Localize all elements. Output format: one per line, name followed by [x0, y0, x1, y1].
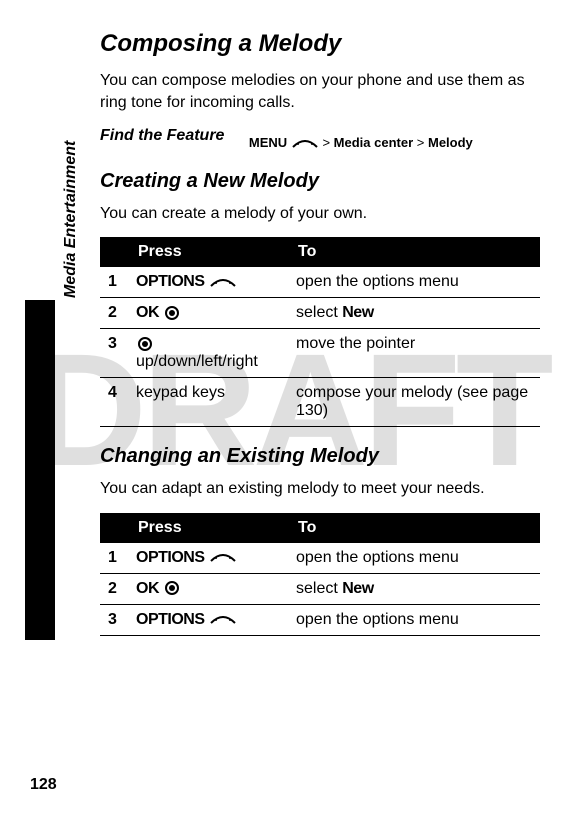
menu-label: MENU [249, 135, 287, 150]
table-row: 2 OK select New [100, 573, 540, 604]
section-title-create: Creating a New Melody [100, 170, 540, 193]
step-press: up/down/left/right [128, 329, 288, 378]
table-row: 2 OK select New [100, 298, 540, 329]
table-header-row: Press To [100, 513, 540, 543]
step-to: open the options menu [288, 543, 540, 574]
table-row: 1 OPTIONS open the options menu [100, 267, 540, 298]
page-title: Composing a Melody [100, 30, 540, 58]
step-to: select New [288, 573, 540, 604]
options-label: OPTIONS [136, 611, 205, 628]
nav-dir-text: up/down/left/right [136, 353, 258, 370]
step-press: OPTIONS [128, 604, 288, 635]
path-item-2: Melody [428, 135, 473, 150]
sidebar-tab [25, 300, 55, 640]
options-label: OPTIONS [136, 273, 205, 290]
table-row: 4 keypad keys compose your melody (see p… [100, 378, 540, 427]
col-to: To [288, 513, 540, 543]
page-number: 128 [30, 776, 57, 794]
col-num [100, 237, 128, 267]
nav-icon [165, 306, 179, 320]
step-press: OPTIONS [128, 543, 288, 574]
section-title-change: Changing an Existing Melody [100, 445, 540, 468]
step-num: 3 [100, 604, 128, 635]
find-feature-label: Find the Feature [100, 127, 224, 145]
step-to: open the options menu [288, 267, 540, 298]
step-to: open the options menu [288, 604, 540, 635]
step-press: OPTIONS [128, 267, 288, 298]
to-bold: New [342, 304, 373, 321]
col-num [100, 513, 128, 543]
path-sep-1: > [322, 135, 330, 150]
intro-paragraph-2: You can create a melody of your own. [100, 203, 540, 225]
softkey-icon [209, 549, 237, 566]
to-bold: New [342, 580, 373, 597]
ok-label: OK [136, 304, 159, 321]
find-feature-block: Find the Feature MENU > Media center > M… [100, 127, 540, 152]
step-press: OK [128, 573, 288, 604]
step-num: 3 [100, 329, 128, 378]
col-press: Press [128, 237, 288, 267]
step-to: move the pointer [288, 329, 540, 378]
softkey-icon [291, 135, 323, 150]
sidebar-label: Media Entertainment [62, 141, 80, 298]
step-to: select New [288, 298, 540, 329]
step-num: 2 [100, 298, 128, 329]
col-to: To [288, 237, 540, 267]
step-num: 2 [100, 573, 128, 604]
find-feature-path: MENU > Media center > Melody [249, 135, 473, 152]
step-to: compose your melody (see page 130) [288, 378, 540, 427]
to-text: select [296, 580, 342, 597]
intro-paragraph-3: You can adapt an existing melody to meet… [100, 478, 540, 500]
path-sep-2: > [417, 135, 425, 150]
softkey-icon [209, 611, 237, 628]
softkey-icon [209, 273, 237, 290]
nav-icon [138, 337, 152, 351]
step-num: 4 [100, 378, 128, 427]
steps-table-create: Press To 1 OPTIONS [100, 237, 540, 427]
page-content: Composing a Melody You can compose melod… [0, 0, 580, 670]
table-row: 3 OPTIONS open the options menu [100, 604, 540, 635]
to-text: select [296, 304, 342, 321]
options-label: OPTIONS [136, 549, 205, 566]
steps-table-change: Press To 1 OPTIONS [100, 513, 540, 636]
step-num: 1 [100, 543, 128, 574]
nav-icon [165, 581, 179, 595]
step-num: 1 [100, 267, 128, 298]
table-row: 3 up/down/left/right move the pointer [100, 329, 540, 378]
col-press: Press [128, 513, 288, 543]
intro-paragraph-1: You can compose melodies on your phone a… [100, 70, 540, 115]
ok-label: OK [136, 580, 159, 597]
path-item-1: Media center [334, 135, 413, 150]
step-press: OK [128, 298, 288, 329]
step-press: keypad keys [128, 378, 288, 427]
table-header-row: Press To [100, 237, 540, 267]
table-row: 1 OPTIONS open the options menu [100, 543, 540, 574]
